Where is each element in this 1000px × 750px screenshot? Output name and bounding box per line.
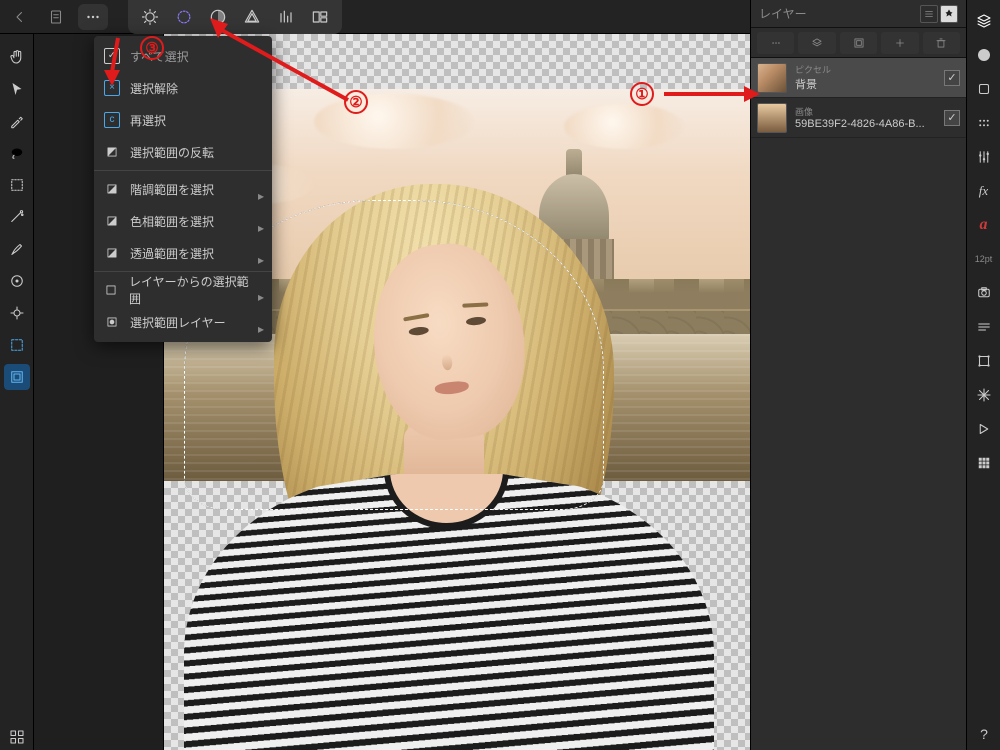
menu-item-label: 選択範囲レイヤー [130,314,226,331]
left-tool-strip [0,34,34,750]
panels-persona-icon[interactable] [304,1,336,33]
menu-item-label: すべて選択 [130,48,189,65]
lasso-tool[interactable] [4,140,30,166]
menu-item-color-range[interactable]: 色相範囲を選択 [94,205,272,237]
menu-item-label: 透過範囲を選択 [130,245,214,262]
menu-item-label: 選択解除 [130,80,178,97]
layer-row[interactable]: 画像 59BE39F2-4826-4A86-B... ✓ [751,98,966,138]
menu-item-selection-from-layer[interactable]: レイヤーからの選択範囲 [94,274,272,306]
select-all-icon: ✓ [104,48,120,64]
help-button[interactable]: ? [974,724,994,744]
layer-icon [104,282,119,298]
layer-type-label: 画像 [795,105,936,118]
adjustments-studio-icon[interactable] [971,144,997,170]
channels-studio-icon[interactable] [971,450,997,476]
layers-pin-icon[interactable] [940,5,958,23]
color-studio-icon[interactable] [971,42,997,68]
cloud-icon [314,94,474,149]
layer-add-icon[interactable] [881,32,918,54]
layer-thumbnail [757,63,787,93]
persona-tabs [128,0,342,34]
layers-panel: レイヤー ピクセル 背景 ✓ 画像 59BE39F2-4826-4A86-B..… [750,0,966,750]
active-canvas-icon[interactable] [4,364,30,390]
cloud-icon [564,104,684,149]
layer-row[interactable]: ピクセル 背景 ✓ [751,58,966,98]
stock-studio-icon[interactable] [971,280,997,306]
layer-visible-checkbox[interactable]: ✓ [944,110,960,126]
menu-item-reselect[interactable]: c 再選択 [94,104,272,136]
document-button[interactable] [42,3,70,31]
menu-item-deselect[interactable]: × 選択解除 [94,72,272,104]
color-picker-tool[interactable] [4,108,30,134]
right-studio-strip: fx a 12pt ? [966,0,1000,750]
layer-name-label: 背景 [795,76,936,92]
history-studio-icon[interactable] [971,416,997,442]
swatches-studio-icon[interactable] [971,76,997,102]
export-persona-icon[interactable] [270,1,302,33]
menu-item-selection-layer[interactable]: 選択範囲レイヤー [94,306,272,338]
layer-name-label: 59BE39F2-4826-4A86-B... [795,118,936,130]
transform-studio-icon[interactable] [971,348,997,374]
layer-mask-icon[interactable] [840,32,877,54]
develop-persona-icon[interactable] [202,1,234,33]
marquee-tool[interactable] [4,172,30,198]
layers-panel-title: レイヤー [759,5,807,22]
back-button[interactable] [6,3,34,31]
invert-icon [104,144,120,160]
hand-tool[interactable] [4,44,30,70]
menu-item-label: レイヤーからの選択範囲 [129,273,252,307]
circle-layer-icon [104,314,120,330]
deselect-icon: × [104,80,120,96]
gradient-icon [104,245,120,261]
paragraph-studio-icon[interactable] [971,314,997,340]
layers-action-bar [751,28,966,58]
selection-brush-tool[interactable] [4,236,30,262]
menu-item-tonal-range[interactable]: 階調範囲を選択 [94,173,272,205]
menu-item-select-all[interactable]: ✓ すべて選択 [94,40,272,72]
gradient-icon [104,181,120,197]
menu-item-label: 選択範囲の反転 [130,144,214,161]
perspective-tool[interactable] [4,300,30,326]
layer-blend-icon[interactable] [798,32,835,54]
layer-type-label: ピクセル [795,63,936,76]
fx-studio-icon[interactable]: fx [971,178,997,204]
layers-studio-icon[interactable] [971,8,997,34]
menu-item-invert-selection[interactable]: 選択範囲の反転 [94,136,272,168]
selection-dropdown-menu: ✓ すべて選択 × 選択解除 c 再選択 選択範囲の反転 階調範囲を選択 色相範… [94,36,272,342]
menu-item-label: 再選択 [130,112,166,129]
menu-item-label: 階調範囲を選択 [130,181,214,198]
liquify-persona-icon[interactable] [168,1,200,33]
layers-list-view-icon[interactable] [920,5,938,23]
more-menu-button[interactable] [78,4,108,30]
text-styles-icon[interactable]: a [971,212,997,238]
photo-persona-icon[interactable] [134,1,166,33]
gradient-icon [104,213,120,229]
layer-visible-checkbox[interactable]: ✓ [944,70,960,86]
flood-select-tool[interactable] [4,204,30,230]
menu-item-alpha-range[interactable]: 透過範囲を選択 [94,237,272,269]
layer-delete-icon[interactable] [923,32,960,54]
font-size-label: 12pt [971,246,997,272]
reselect-icon: c [104,112,120,128]
brushes-studio-icon[interactable] [971,110,997,136]
preferences-icon[interactable] [4,724,30,750]
menu-item-label: 色相範囲を選択 [130,213,214,230]
crop-tool[interactable] [4,268,30,294]
tone-mapping-persona-icon[interactable] [236,1,268,33]
layer-opts-icon[interactable] [757,32,794,54]
dashed-square-icon[interactable] [4,332,30,358]
navigator-studio-icon[interactable] [971,382,997,408]
layer-thumbnail [757,103,787,133]
move-tool[interactable] [4,76,30,102]
layers-panel-header: レイヤー [751,0,966,28]
